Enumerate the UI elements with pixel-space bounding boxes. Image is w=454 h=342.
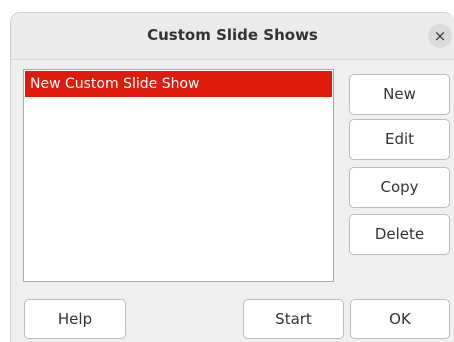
edit-button[interactable]: Edit	[349, 119, 450, 160]
new-button[interactable]: New	[349, 74, 450, 115]
custom-slide-shows-dialog: Custom Slide Shows × New Custom Slide Sh…	[10, 12, 454, 342]
list-item[interactable]: New Custom Slide Show	[25, 71, 332, 97]
start-button[interactable]: Start	[243, 299, 344, 339]
slide-show-list[interactable]: New Custom Slide Show	[23, 69, 334, 282]
help-button[interactable]: Help	[24, 299, 126, 339]
delete-button[interactable]: Delete	[349, 214, 450, 255]
ok-button[interactable]: OK	[350, 299, 450, 339]
copy-button[interactable]: Copy	[349, 167, 450, 208]
titlebar: Custom Slide Shows ×	[11, 13, 454, 60]
dialog-title: Custom Slide Shows	[147, 26, 318, 44]
close-icon[interactable]: ×	[428, 24, 452, 48]
